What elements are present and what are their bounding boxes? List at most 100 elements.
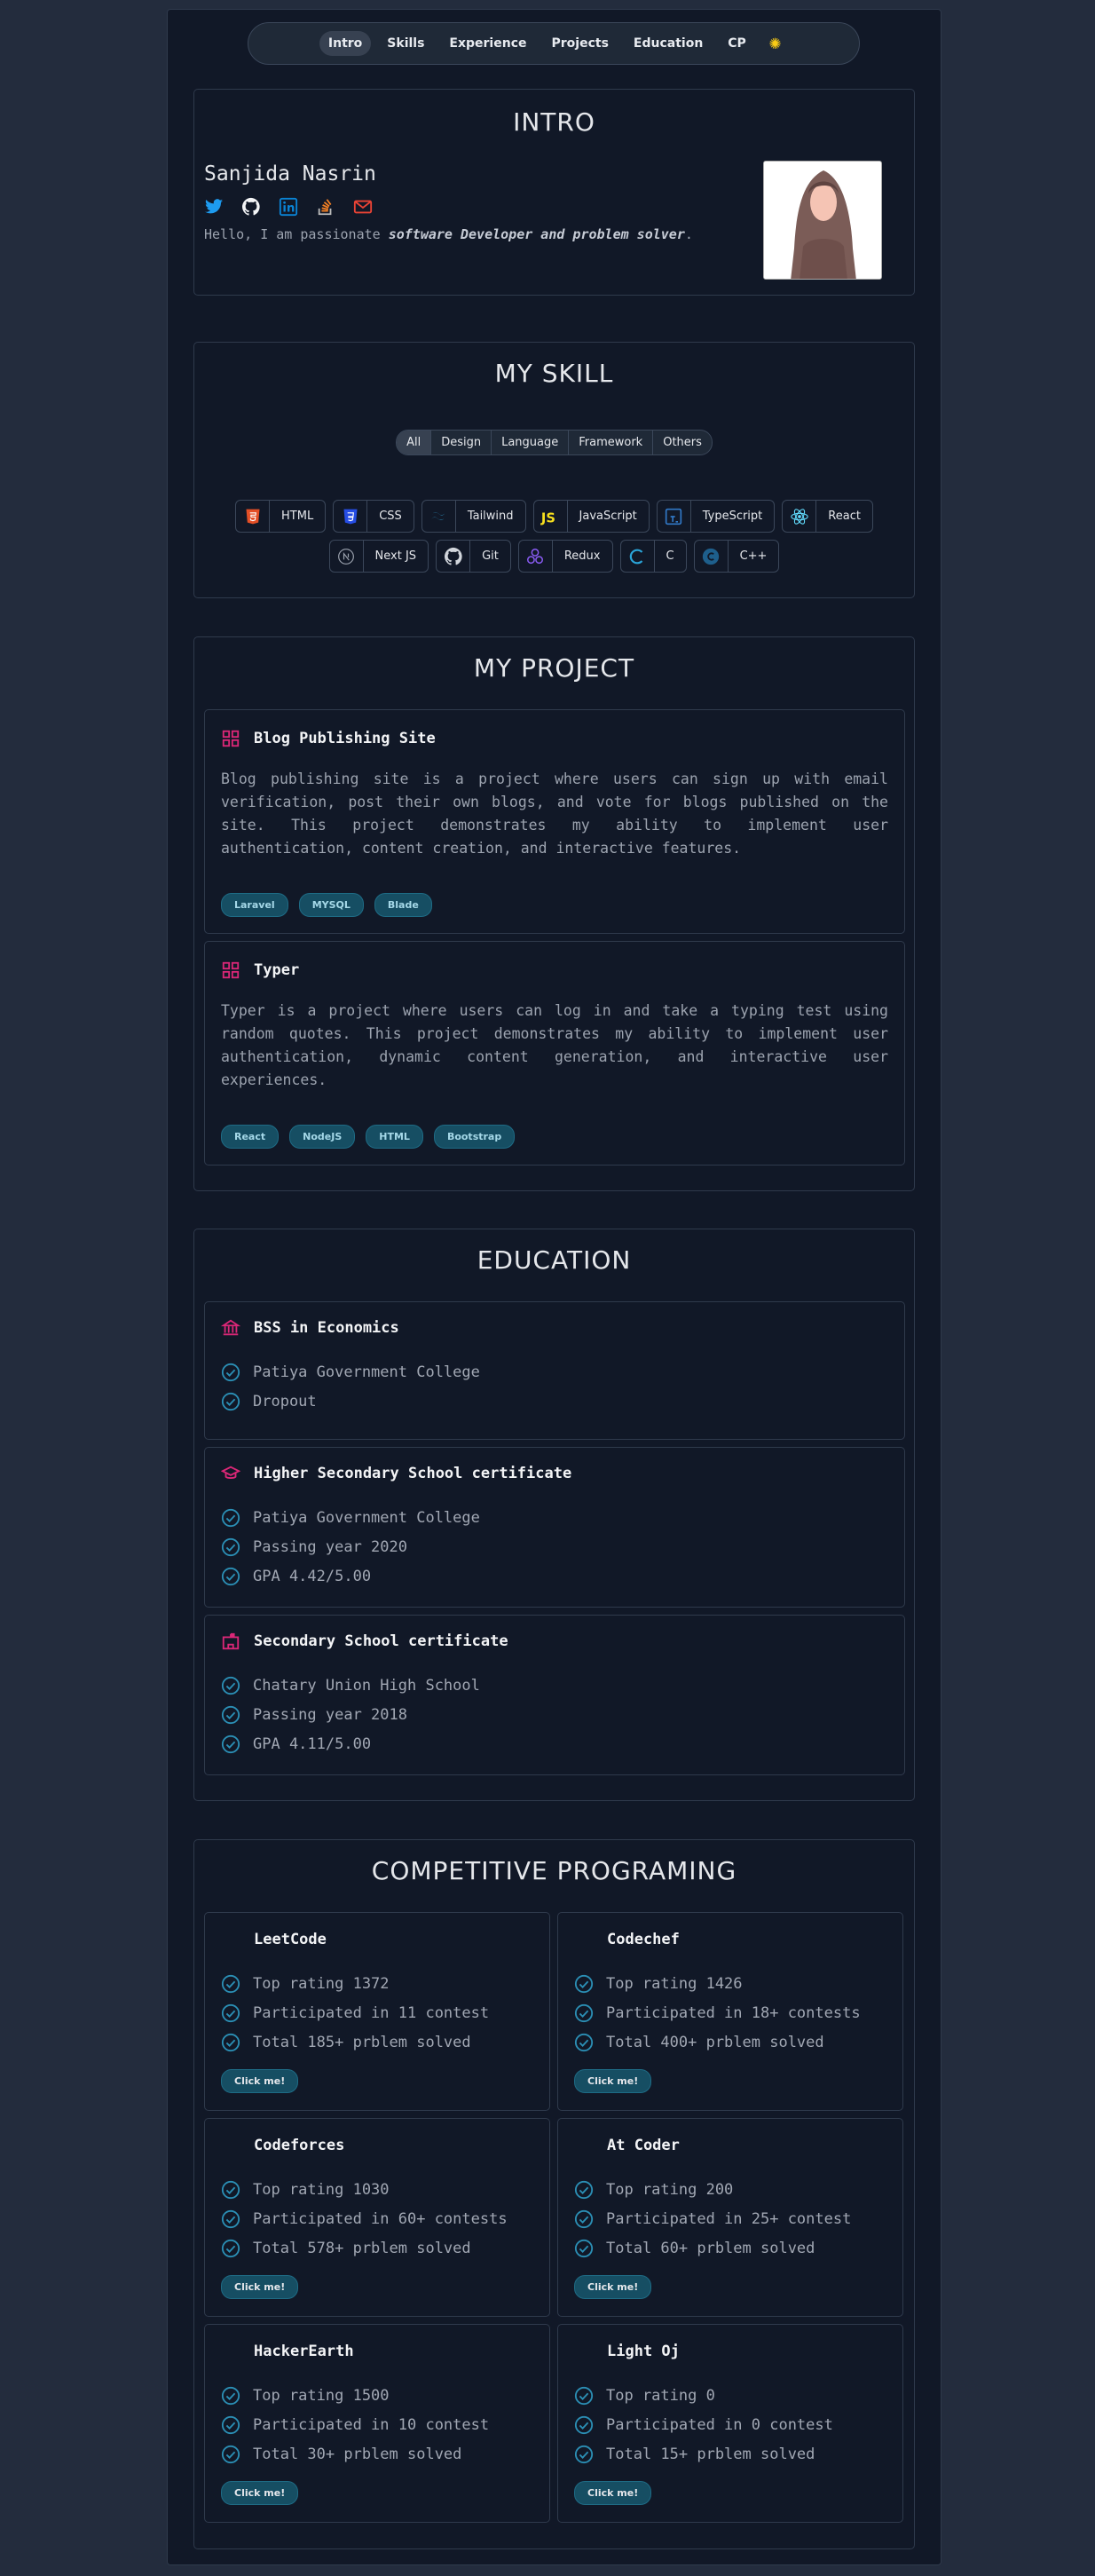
cp-stat: Participated in 60+ contests bbox=[253, 2209, 508, 2228]
education-section: EDUCATION BSS in Economics Patiya Govern… bbox=[193, 1229, 915, 1801]
check-circle-icon bbox=[221, 1363, 240, 1381]
skill-label: Redux bbox=[563, 549, 601, 563]
project-tags: React NodeJS HTML Bootstrap bbox=[221, 1125, 516, 1149]
sun-icon[interactable]: ✺ bbox=[762, 34, 788, 53]
skill-html[interactable]: HTML bbox=[235, 500, 327, 533]
cp-site-card: Light Oj Top rating 0 Participated in 0 co… bbox=[557, 2324, 903, 2523]
stackoverflow-icon[interactable] bbox=[316, 197, 335, 217]
skill-typescript[interactable]: TypeScript bbox=[656, 500, 776, 533]
intro-section: INTRO Sanjida Nasrin Hello, I am passion… bbox=[193, 89, 915, 296]
cp-site-stats: Top rating 1030 Participated in 60+ conte… bbox=[221, 2175, 508, 2263]
check-circle-icon bbox=[221, 1508, 240, 1527]
cp-site-name: Light Oj bbox=[607, 2343, 680, 2360]
cp-site-name: At Coder bbox=[607, 2137, 680, 2154]
cp-stat: Top rating 1500 bbox=[253, 2386, 390, 2405]
check-circle-icon bbox=[221, 2239, 240, 2257]
twitter-icon[interactable] bbox=[204, 197, 224, 217]
git-icon bbox=[444, 547, 462, 565]
click-me-button[interactable]: Click me! bbox=[221, 2275, 299, 2299]
c-icon bbox=[629, 549, 643, 564]
github-icon[interactable] bbox=[241, 197, 261, 217]
cp-stat: Total 60+ prblem solved bbox=[606, 2239, 815, 2257]
project-card[interactable]: Typer Typer is a project where users can… bbox=[204, 941, 905, 1166]
check-circle-icon bbox=[221, 2415, 240, 2434]
svg-text:JS: JS bbox=[540, 510, 555, 525]
check-circle-icon bbox=[221, 2386, 240, 2405]
cp-title: COMPETITIVE PROGRAMING bbox=[371, 1856, 737, 1885]
grid-icon bbox=[222, 961, 240, 979]
cp-site-stats: Top rating 1500 Participated in 10 contes… bbox=[221, 2381, 489, 2469]
skill-label: JavaScript bbox=[579, 510, 637, 523]
cp-stat: Participated in 25+ contest bbox=[606, 2209, 852, 2228]
filter-design[interactable]: Design bbox=[431, 431, 492, 454]
click-me-button[interactable]: Click me! bbox=[574, 2069, 652, 2093]
check-circle-icon bbox=[221, 2445, 240, 2463]
cp-site-stats: Top rating 0 Participated in 0 contest Tot… bbox=[574, 2381, 833, 2469]
skill-label: C bbox=[666, 549, 674, 563]
cp-stat: Total 185+ prblem solved bbox=[253, 2033, 471, 2051]
linkedin-icon[interactable] bbox=[279, 197, 298, 217]
nav-projects[interactable]: Projects bbox=[543, 31, 618, 56]
tailwind-icon bbox=[431, 511, 446, 520]
cp-site-name: Codechef bbox=[607, 1931, 680, 1948]
skill-react[interactable]: React bbox=[782, 500, 873, 533]
skill-label: C++ bbox=[739, 549, 768, 563]
skill-label: Next JS bbox=[374, 549, 417, 563]
filter-framework[interactable]: Framework bbox=[569, 431, 654, 454]
skill-nextjs[interactable]: Next JS bbox=[328, 540, 429, 573]
cp-stat: Top rating 1030 bbox=[253, 2180, 390, 2199]
cp-stat: Participated in 11 contest bbox=[253, 2003, 490, 2022]
nav-skills[interactable]: Skills bbox=[378, 31, 433, 56]
intro-text-emphasis: software Developer and problem solver bbox=[388, 226, 685, 242]
skill-cpp[interactable]: C++ bbox=[693, 540, 780, 573]
skill-javascript[interactable]: JS JavaScript bbox=[532, 500, 650, 533]
education-detail: Passing year 2018 bbox=[253, 1705, 407, 1724]
education-details: Patiya Government College Dropout bbox=[221, 1357, 480, 1416]
project-title: Blog Publishing Site bbox=[254, 730, 436, 747]
cp-stat: Total 30+ prblem solved bbox=[253, 2445, 462, 2463]
nav-experience[interactable]: Experience bbox=[440, 31, 535, 56]
skill-tailwind[interactable]: Tailwind bbox=[421, 500, 526, 533]
project-card[interactable]: Blog Publishing Site Blog publishing sit… bbox=[204, 709, 905, 934]
project-title: Typer bbox=[254, 961, 300, 979]
tech-tag: MYSQL bbox=[298, 893, 364, 917]
click-me-button[interactable]: Click me! bbox=[221, 2069, 299, 2093]
tech-tag: Blade bbox=[374, 893, 432, 917]
education-detail: Passing year 2020 bbox=[253, 1537, 407, 1556]
project-description: Blog publishing site is a project where … bbox=[221, 770, 888, 857]
check-circle-icon bbox=[574, 2180, 594, 2199]
skills-section: MY SKILL All Design Language Framework O… bbox=[193, 342, 915, 598]
typescript-icon bbox=[666, 508, 682, 525]
check-circle-icon bbox=[221, 1734, 240, 1753]
skill-redux[interactable]: Redux bbox=[517, 540, 613, 573]
skill-c[interactable]: C bbox=[619, 540, 687, 573]
skill-css[interactable]: CSS bbox=[333, 500, 414, 533]
education-details: Chatary Union High School Passing year 2… bbox=[221, 1671, 480, 1758]
cp-stat: Participated in 0 contest bbox=[606, 2415, 833, 2434]
nav-intro[interactable]: Intro bbox=[319, 31, 372, 56]
bank-icon bbox=[221, 1319, 240, 1336]
cp-stat: Participated in 18+ contests bbox=[606, 2003, 861, 2022]
project-description: Typer is a project where users can log i… bbox=[221, 1002, 888, 1088]
cp-site-stats: Top rating 1426 Participated in 18+ conte… bbox=[574, 1969, 861, 2057]
cp-site-card: At Coder Top rating 200 Participated in 25… bbox=[557, 2118, 903, 2317]
filter-others[interactable]: Others bbox=[653, 431, 712, 454]
cpp-icon bbox=[702, 548, 720, 565]
education-title: EDUCATION bbox=[477, 1245, 632, 1275]
filter-all[interactable]: All bbox=[397, 431, 432, 454]
filter-language[interactable]: Language bbox=[492, 431, 570, 454]
click-me-button[interactable]: Click me! bbox=[221, 2481, 299, 2505]
nav-cp[interactable]: CP bbox=[719, 31, 755, 56]
intro-description: Hello, I am passionate software Develope… bbox=[204, 226, 693, 242]
click-me-button[interactable]: Click me! bbox=[574, 2275, 652, 2299]
check-circle-icon bbox=[221, 1392, 240, 1410]
cp-stat: Top rating 200 bbox=[606, 2180, 734, 2199]
check-circle-icon bbox=[221, 2209, 240, 2228]
email-icon[interactable] bbox=[353, 197, 373, 217]
skill-git[interactable]: Git bbox=[436, 540, 511, 573]
projects-title: MY PROJECT bbox=[473, 653, 635, 683]
profile-photo bbox=[763, 161, 882, 280]
portfolio-container: Intro Skills Experience Projects Educati… bbox=[167, 9, 941, 2565]
click-me-button[interactable]: Click me! bbox=[574, 2481, 652, 2505]
nav-education[interactable]: Education bbox=[625, 31, 712, 56]
